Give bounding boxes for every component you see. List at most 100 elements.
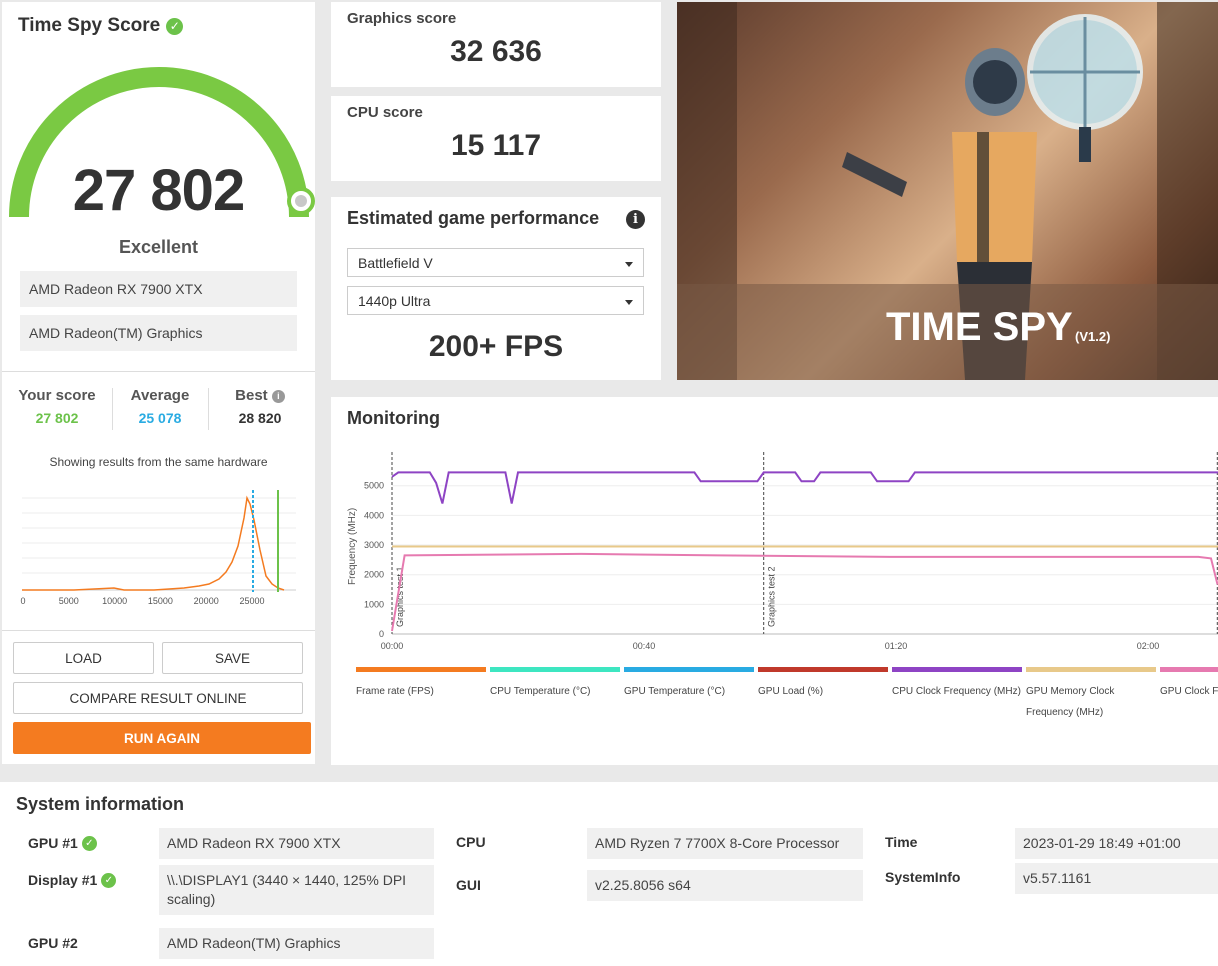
monitoring-y-axis-label: Frequency (MHz) — [347, 508, 358, 585]
legend-item[interactable]: GPU Memory Clock Frequency (MHz) — [1026, 667, 1156, 723]
your-score-label: Your score — [18, 387, 96, 404]
legend-item[interactable]: GPU Load (%) — [758, 667, 888, 702]
dist-tick-label: 0 — [20, 596, 25, 606]
divider — [2, 630, 315, 631]
display1-label-row: Display #1 ✓ — [28, 872, 117, 888]
legend-label: CPU Temperature (°C) — [490, 686, 591, 697]
cpu-score-card: CPU score 15 117 — [331, 96, 661, 181]
info-icon[interactable]: i — [626, 210, 645, 229]
legend-swatch — [356, 667, 486, 672]
check-icon: ✓ — [81, 835, 97, 851]
y-tick-label: 2000 — [364, 570, 384, 580]
legend-swatch — [624, 667, 754, 672]
hardware-gpu-2: AMD Radeon(TM) Graphics — [20, 315, 297, 351]
load-button[interactable]: LOAD — [13, 642, 154, 674]
gui-label: GUI — [456, 877, 481, 893]
distribution-curve — [22, 495, 285, 591]
gpu2-value: AMD Radeon(TM) Graphics — [159, 928, 434, 959]
total-score: 27 802 — [72, 158, 245, 223]
score-title: Time Spy Score — [18, 15, 161, 36]
y-tick-label: 4000 — [364, 510, 384, 520]
resolution-select-value: 1440p Ultra — [358, 293, 431, 309]
estimated-fps: 200+ FPS — [428, 330, 564, 363]
cpu-label: CPU — [456, 834, 486, 850]
average-score-stat: Average 25 078 — [112, 387, 208, 426]
system-information-card: System information GPU #1 ✓ AMD Radeon R… — [0, 782, 1218, 966]
run-again-button[interactable]: RUN AGAIN — [13, 722, 311, 754]
best-score-label-row: Best i — [212, 387, 308, 404]
display1-label: Display #1 — [28, 872, 98, 888]
gpu1-label-row: GPU #1 ✓ — [28, 835, 97, 851]
system-information-title: System information — [16, 794, 185, 814]
divider — [2, 371, 315, 372]
same-hardware-caption: Showing results from the same hardware — [49, 455, 268, 469]
time-label: Time — [885, 834, 918, 850]
score-rating: Excellent — [118, 237, 199, 257]
monitoring-chart: 0 1000 2000 3000 4000 5000 00:00 00:40 01:20 02:… — [347, 452, 1218, 651]
dist-tick-label: 10000 — [102, 596, 127, 606]
test-marker-label: Graphics test 1 — [395, 566, 405, 627]
banner-title: TIME SPY — [886, 305, 1073, 349]
dist-gridlines — [22, 497, 296, 591]
test-marker-label: Graphics test 2 — [767, 566, 777, 627]
legend-swatch — [892, 667, 1022, 672]
legend-label: GPU Temperature (°C) — [624, 686, 726, 697]
compare-result-online-button[interactable]: COMPARE RESULT ONLINE — [13, 682, 303, 714]
dist-tick-labels: 0 5000 10000 15000 20000 25000 — [20, 596, 264, 606]
dist-tick-label: 15000 — [148, 596, 173, 606]
cpu-score-label: CPU score — [347, 104, 423, 121]
graphics-score-label: Graphics score — [347, 10, 457, 27]
legend-item[interactable]: Frame rate (FPS) — [356, 667, 486, 702]
dist-tick-label: 25000 — [239, 596, 264, 606]
best-score-value: 28 820 — [238, 410, 282, 426]
average-score-label: Average — [130, 387, 190, 404]
monitoring-x-tick-labels: 00:00 00:40 01:20 02:00 — [381, 641, 1160, 651]
average-score-value: 25 078 — [138, 410, 182, 426]
time-value: 2023-01-29 18:49 +01:00 — [1015, 828, 1218, 859]
legend-item[interactable]: GPU Temperature (°C) — [624, 667, 754, 702]
resolution-select[interactable]: 1440p Ultra — [347, 286, 644, 315]
check-icon: ✓ — [166, 17, 184, 35]
your-score-stat: Your score 27 802 — [9, 387, 105, 426]
monitoring-y-tick-labels: 0 1000 2000 3000 4000 5000 — [364, 481, 384, 639]
dist-tick-label: 5000 — [59, 596, 79, 606]
x-tick-label: 00:00 — [381, 641, 404, 651]
save-button[interactable]: SAVE — [162, 642, 303, 674]
best-score-label: Best — [235, 387, 268, 404]
x-tick-label: 00:40 — [633, 641, 656, 651]
display1-value: \\.\DISPLAY1 (3440 × 1440, 125% DPI scal… — [159, 865, 434, 915]
gpu1-value: AMD Radeon RX 7900 XTX — [159, 828, 434, 859]
legend-label: GPU Load (%) — [758, 686, 824, 697]
monitoring-gridlines — [392, 485, 1218, 635]
x-tick-label: 02:00 — [1137, 641, 1160, 651]
monitoring-series — [391, 471, 1218, 632]
game-select[interactable]: Battlefield V — [347, 248, 644, 277]
legend-swatch — [1026, 667, 1156, 672]
legend-item[interactable]: CPU Temperature (°C) — [490, 667, 620, 702]
legend-item[interactable]: CPU Clock Frequency (MHz) — [892, 667, 1022, 702]
game-performance-title: Estimated game performance — [347, 208, 600, 228]
dist-tick-label: 20000 — [194, 596, 219, 606]
score-title-row: Time Spy Score ✓ — [18, 15, 184, 37]
x-tick-label: 01:20 — [885, 641, 908, 651]
caret-down-icon — [625, 262, 633, 267]
legend-label: CPU Clock Frequency (MHz) — [892, 686, 1021, 697]
legend-label: Frame rate (FPS) — [356, 686, 434, 697]
legend-item[interactable]: GPU Clock Frequency (MHz) — [1160, 667, 1218, 702]
graphics-score-value: 32 636 — [450, 35, 542, 68]
systeminfo-label: SystemInfo — [885, 869, 961, 885]
game-select-value: Battlefield V — [358, 255, 433, 271]
best-score-stat: Best i 28 820 — [212, 387, 308, 426]
cpu-value: AMD Ryzen 7 7700X 8-Core Processor — [587, 828, 863, 859]
check-icon: ✓ — [101, 872, 117, 888]
game-performance-card: Estimated game performance i Battlefield… — [331, 197, 661, 380]
legend-swatch — [490, 667, 620, 672]
gpu2-label: GPU #2 — [28, 935, 78, 951]
y-tick-label: 5000 — [364, 481, 384, 491]
gpu2-label-row: GPU #2 — [28, 935, 78, 951]
cpu-score-value: 15 117 — [450, 129, 542, 162]
hardware-gpu-1: AMD Radeon RX 7900 XTX — [20, 271, 297, 307]
gui-value: v2.25.8056 s64 — [587, 870, 863, 901]
systeminfo-value: v5.57.1161 — [1015, 863, 1218, 894]
info-icon[interactable]: i — [271, 389, 285, 403]
